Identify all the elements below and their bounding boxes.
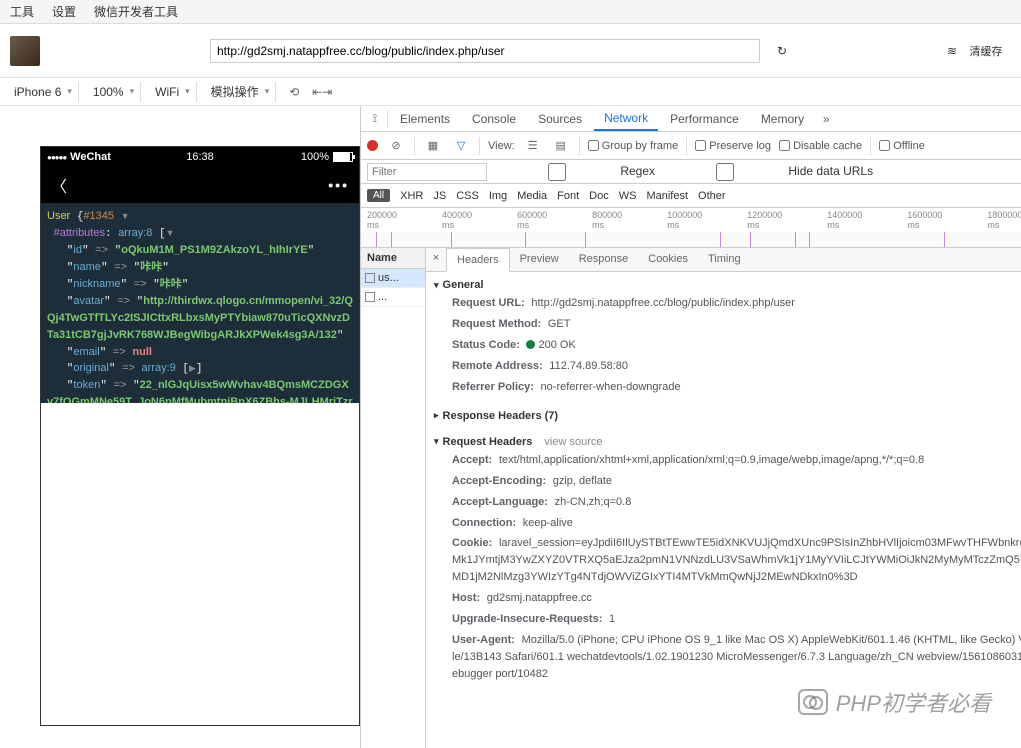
rotate-icon[interactable]: ⟲	[284, 82, 304, 102]
network-timeline[interactable]: 200000 ms400000 ms600000 ms800000 ms1000…	[361, 208, 1021, 248]
battery-icon	[333, 152, 353, 162]
menu-settings[interactable]: 设置	[52, 3, 76, 20]
request-list: Name us... ...	[361, 248, 426, 748]
top-toolbar: ↻ ≋ 清缓存	[0, 24, 1021, 78]
tab-performance[interactable]: Performance	[660, 108, 749, 130]
tab-network[interactable]: Network	[594, 107, 658, 131]
filter-icon[interactable]: ▽	[451, 136, 471, 156]
tab-memory[interactable]: Memory	[751, 108, 814, 130]
type-xhr[interactable]: XHR	[400, 190, 423, 202]
chevron-down-icon: ▾	[265, 86, 270, 97]
chevron-down-icon: ▾	[67, 86, 72, 97]
preserve-log-check[interactable]: Preserve log	[695, 140, 771, 152]
menu-wechat-devtools[interactable]: 微信开发者工具	[94, 3, 178, 20]
tab-preview[interactable]: Preview	[510, 248, 569, 271]
request-detail: × Headers Preview Response Cookies Timin…	[426, 248, 1021, 748]
record-icon[interactable]	[367, 140, 378, 151]
file-icon	[365, 292, 375, 302]
type-manifest[interactable]: Manifest	[646, 190, 688, 202]
device-select[interactable]: iPhone 6▾	[8, 82, 79, 102]
address-bar-wrap	[210, 39, 760, 63]
devtools-tabs: ⟟ Elements Console Sources Network Perfo…	[361, 106, 1021, 132]
detail-tabs: × Headers Preview Response Cookies Timin…	[426, 248, 1021, 272]
request-headers-header[interactable]: Request Headersview source	[434, 433, 1021, 451]
offline-check[interactable]: Offline	[879, 140, 925, 152]
back-icon[interactable]: 〈	[51, 173, 67, 197]
type-other[interactable]: Other	[698, 190, 726, 202]
camera-icon[interactable]: ▦	[423, 136, 443, 156]
tab-timing[interactable]: Timing	[698, 248, 751, 271]
file-icon	[365, 273, 375, 283]
type-font[interactable]: Font	[557, 190, 579, 202]
large-rows-icon[interactable]: ☰	[523, 136, 543, 156]
clear-cache-button[interactable]: 清缓存	[961, 43, 1011, 59]
more-icon[interactable]: •••	[328, 177, 349, 193]
simulator-pane: WeChat 16:38 100% 〈 ••• User {#1345 ▼ #a…	[0, 106, 360, 748]
battery-label: 100%	[301, 151, 329, 163]
clear-icon[interactable]: ⊘	[386, 136, 406, 156]
name-column-header[interactable]: Name	[361, 248, 425, 269]
var-dump-output: User {#1345 ▼ #attributes: array:8 [▼ "i…	[41, 203, 359, 403]
phone-navbar: 〈 •••	[41, 167, 359, 203]
zoom-select[interactable]: 100%▾	[87, 82, 141, 102]
more-tabs-icon[interactable]: »	[816, 109, 836, 129]
chevron-down-icon: ▾	[185, 86, 190, 97]
tab-console[interactable]: Console	[462, 108, 526, 130]
network-toolbar: ⊘ ▦ ▽ View: ☰ ▤ Group by frame Preserve …	[361, 132, 1021, 160]
type-css[interactable]: CSS	[456, 190, 479, 202]
view-source-link[interactable]: view source	[544, 436, 602, 448]
type-img[interactable]: Img	[489, 190, 507, 202]
layers-icon[interactable]: ≋	[947, 44, 957, 58]
tab-sources[interactable]: Sources	[528, 108, 592, 130]
simulator-toolbar: iPhone 6▾ 100%▾ WiFi▾ 模拟操作▾ ⟲ ⇤⇥	[0, 78, 1021, 106]
address-input[interactable]	[210, 39, 760, 63]
general-section-header[interactable]: General	[434, 276, 1021, 294]
tab-elements[interactable]: Elements	[390, 108, 460, 130]
group-by-frame-check[interactable]: Group by frame	[588, 140, 678, 152]
tab-headers[interactable]: Headers	[446, 248, 510, 272]
disable-cache-check[interactable]: Disable cache	[779, 140, 862, 152]
user-avatar[interactable]	[10, 36, 40, 66]
menu-bar: 工具 设置 微信开发者工具	[0, 0, 1021, 24]
filter-bar: Regex Hide data URLs	[361, 160, 1021, 184]
type-ws[interactable]: WS	[619, 190, 637, 202]
hide-data-urls-check[interactable]: Hide data URLs	[665, 163, 873, 181]
phone-frame: WeChat 16:38 100% 〈 ••• User {#1345 ▼ #a…	[40, 146, 360, 726]
type-all[interactable]: All	[367, 189, 390, 202]
network-select[interactable]: WiFi▾	[149, 82, 197, 102]
type-doc[interactable]: Doc	[589, 190, 609, 202]
inspect-icon[interactable]: ⟟	[365, 109, 385, 129]
type-filter-bar: All XHR JS CSS Img Media Font Doc WS Man…	[361, 184, 1021, 208]
tab-cookies[interactable]: Cookies	[638, 248, 698, 271]
request-row-empty[interactable]: ...	[361, 288, 425, 307]
phone-statusbar: WeChat 16:38 100%	[41, 147, 359, 167]
clock-label: 16:38	[186, 151, 214, 163]
signal-icon	[47, 151, 66, 163]
close-detail-icon[interactable]: ×	[426, 248, 446, 268]
expand-icon[interactable]: ⇤⇥	[312, 82, 332, 102]
chevron-down-icon: ▾	[130, 86, 135, 97]
response-headers-header[interactable]: Response Headers (7)	[434, 407, 1021, 425]
tab-response[interactable]: Response	[569, 248, 639, 271]
request-row-user[interactable]: us...	[361, 269, 425, 288]
type-js[interactable]: JS	[433, 190, 446, 202]
filter-input[interactable]	[367, 163, 487, 181]
type-media[interactable]: Media	[517, 190, 547, 202]
overview-icon[interactable]: ▤	[551, 136, 571, 156]
devtools-pane: ⟟ Elements Console Sources Network Perfo…	[360, 106, 1021, 748]
mock-select[interactable]: 模拟操作▾	[205, 82, 277, 102]
status-ok-icon	[526, 340, 535, 349]
menu-tools[interactable]: 工具	[10, 3, 34, 20]
regex-check[interactable]: Regex	[497, 163, 655, 181]
reload-icon[interactable]: ↻	[770, 39, 794, 63]
view-label: View:	[488, 140, 515, 152]
